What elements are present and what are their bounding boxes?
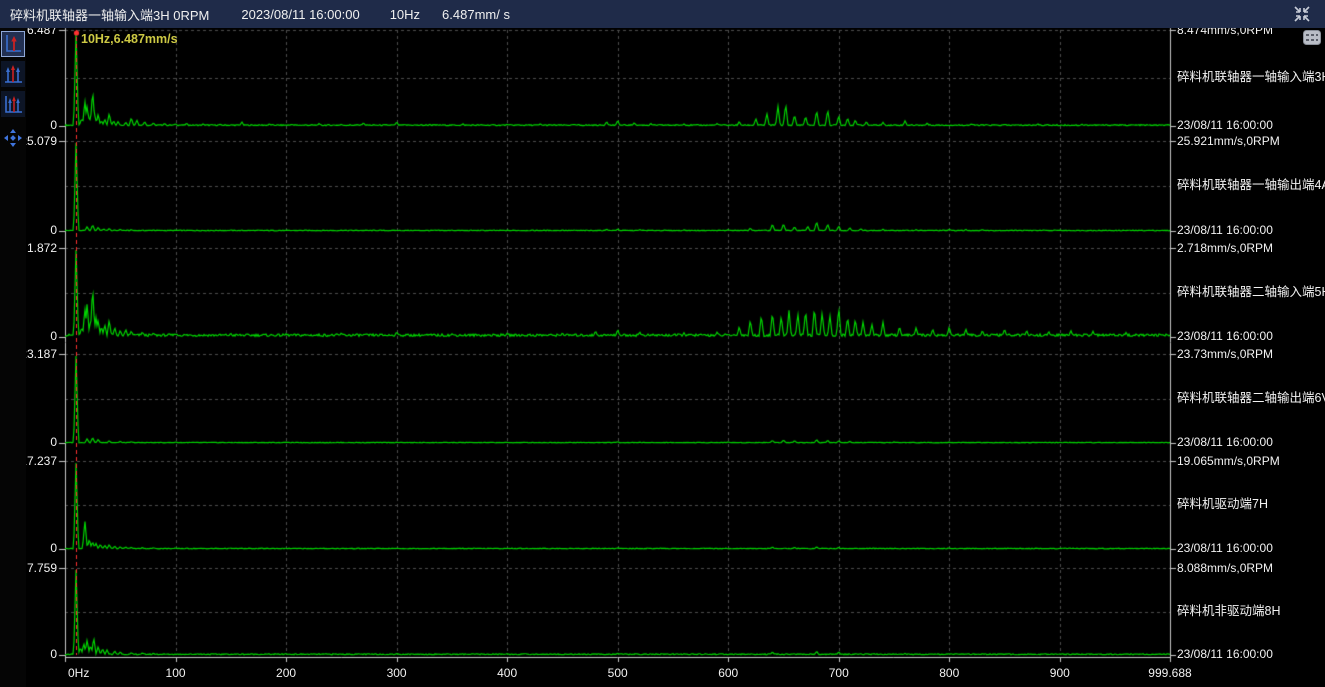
spectra-plot-canvas[interactable] (0, 0, 1325, 687)
left-toolbar (0, 28, 26, 687)
app-window: { "topbar": { "channel_readout": "碎料机联轴器… (0, 0, 1325, 687)
stacked-spectrum-icon (3, 93, 23, 115)
topbar-cursor-frequency: 10Hz (390, 7, 420, 22)
multi-spectrum-tool-button[interactable] (1, 61, 25, 87)
pan-move-icon[interactable] (1, 125, 25, 151)
stacked-spectrum-tool-button[interactable] (1, 91, 25, 117)
topbar-datetime: 2023/08/11 16:00:00 (241, 7, 359, 22)
multi-spectrum-icon (3, 63, 23, 85)
topbar-cursor-amplitude: 6.487mm/ s (442, 7, 510, 22)
topbar-channel-readout: 碎料机联轴器一轴输入端3H 0RPM (10, 5, 209, 24)
cursor-annotation: 10Hz,6.487mm/s (81, 32, 178, 46)
mini-table-icon[interactable] (1303, 30, 1321, 45)
single-spectrum-tool-button[interactable] (1, 31, 25, 57)
top-status-bar: 碎料机联轴器一轴输入端3H 0RPM 2023/08/11 16:00:00 1… (0, 0, 1325, 28)
single-spectrum-icon (3, 33, 23, 55)
collapse-icon[interactable] (1291, 3, 1313, 25)
